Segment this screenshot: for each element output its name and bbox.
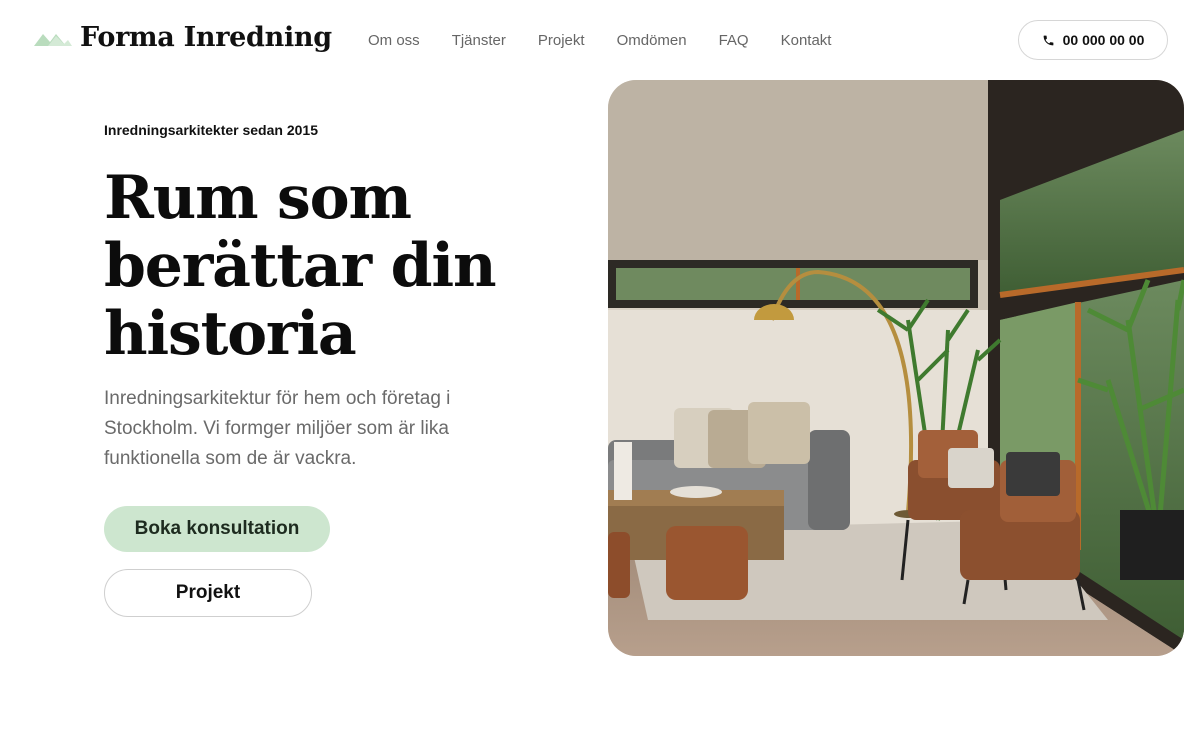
nav-item-projekt[interactable]: Projekt (538, 31, 585, 51)
brand-logo[interactable]: Forma Inredning (34, 22, 332, 53)
headline-line: berättar din (104, 231, 497, 301)
phone-icon (1043, 35, 1053, 45)
phone-button[interactable]: 00 000 00 00 (1018, 20, 1168, 60)
site-header: Forma Inredning Om oss Tjänster Projekt … (0, 0, 1200, 80)
headline-line: historia (104, 299, 357, 369)
projects-button[interactable]: Projekt (104, 569, 312, 617)
nav-item-om-oss[interactable]: Om oss (368, 31, 420, 51)
brand-name: Forma Inredning (80, 22, 332, 53)
book-consultation-button[interactable]: Boka konsultation (104, 506, 330, 552)
hero-headline: Rum som berättar din historia (104, 164, 564, 368)
hero-eyebrow: Inredningsarkitekter sedan 2015 (104, 122, 318, 138)
nav-item-kontakt[interactable]: Kontakt (781, 31, 832, 51)
phone-number: 00 000 00 00 (1062, 32, 1145, 48)
living-room-photo (608, 80, 1184, 656)
main-nav: Om oss Tjänster Projekt Omdömen FAQ Kont… (368, 31, 863, 51)
living-room-illustration (608, 80, 1184, 656)
nav-item-omdomen[interactable]: Omdömen (617, 31, 687, 51)
hero-lead: Inredningsarkitektur för hem och företag… (104, 388, 451, 469)
headline-line: Rum som (104, 163, 412, 233)
nav-item-tjanster[interactable]: Tjänster (452, 31, 506, 51)
mountains-icon (34, 33, 72, 46)
nav-item-faq[interactable]: FAQ (719, 31, 749, 51)
